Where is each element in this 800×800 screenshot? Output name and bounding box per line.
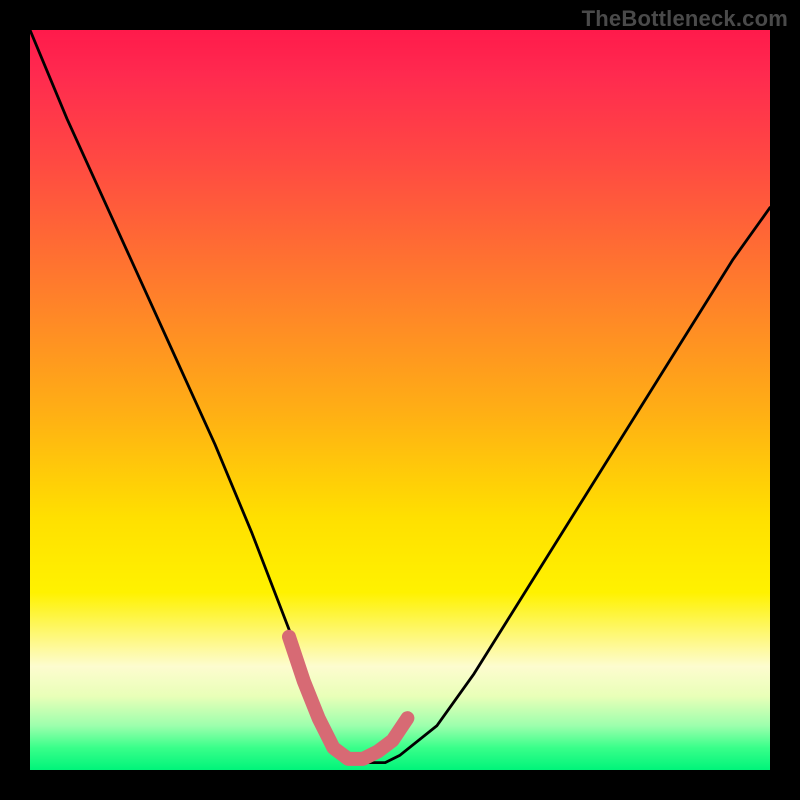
watermark-text: TheBottleneck.com (582, 6, 788, 32)
series-group (30, 30, 770, 763)
chart-frame: TheBottleneck.com (0, 0, 800, 800)
plot-area (30, 30, 770, 770)
plot-svg (30, 30, 770, 770)
series-highlight-bottom (289, 637, 407, 759)
series-bottleneck-curve (30, 30, 770, 763)
